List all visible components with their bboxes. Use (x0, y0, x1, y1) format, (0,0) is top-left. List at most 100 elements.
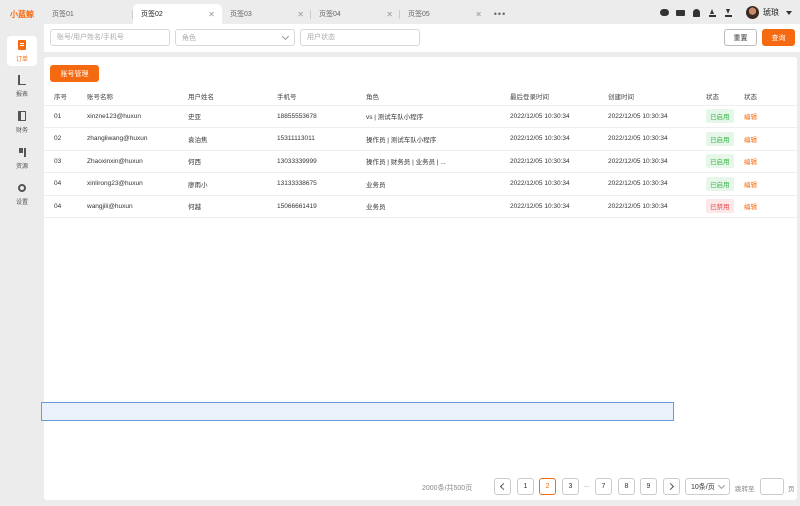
account-management-button[interactable]: 账号管理 (50, 65, 99, 82)
close-icon[interactable]: ✕ (297, 10, 304, 19)
table-row[interactable]: 04 xinlirong23@huxun 廖雨小 13133338675 业务员… (44, 172, 797, 196)
page-button-7[interactable]: 7 (595, 478, 612, 495)
page-button-9[interactable]: 9 (640, 478, 657, 495)
col-header-status: 状态 (696, 87, 734, 106)
sidebar-item-reports[interactable]: 报表 (0, 68, 44, 104)
cell-last-login: 2022/12/05 10:30:34 (500, 105, 598, 128)
col-header-created: 创建时间 (598, 87, 696, 106)
reset-button[interactable]: 重置 (724, 29, 757, 46)
tab-label: 页签01 (52, 11, 74, 18)
sidebar-item-label: 订单 (15, 57, 28, 63)
sidebar-item-finance[interactable]: 财务 (0, 104, 44, 140)
table-row[interactable]: 02 zhangliwang@huxun 袁泊焦 15311113011 操作员… (44, 127, 797, 151)
cell-account: zhangliwang@huxun (77, 127, 178, 151)
cell-name: 何西 (178, 150, 267, 173)
cell-last-login: 2022/12/05 10:30:34 (500, 172, 598, 196)
main-panel: 账号管理 序号 账号名称 用户姓名 手机号 角色 最后登录时间 创建时间 状态 … (41, 57, 797, 500)
chevron-left-icon (499, 482, 508, 491)
cell-created: 2022/12/05 10:30:34 (598, 105, 696, 128)
more-tabs-icon[interactable]: ••• (489, 4, 511, 24)
col-header-no: 序号 (44, 87, 77, 106)
edit-link[interactable]: 编辑 (744, 159, 757, 166)
status-input[interactable] (300, 29, 420, 46)
truck-icon[interactable] (676, 8, 685, 17)
pagination-ellipsis[interactable]: ... (584, 482, 590, 489)
account-table: 序号 账号名称 用户姓名 手机号 角色 最后登录时间 创建时间 状态 状态 01… (44, 87, 797, 218)
selection-rectangle (41, 402, 674, 421)
edit-link[interactable]: 编辑 (744, 137, 757, 144)
sidebar-item-label: 设置 (15, 200, 28, 206)
report-icon (16, 74, 28, 86)
table-row[interactable]: 03 Zhaoxinxin@huxun 何西 13033339999 操作员 |… (44, 150, 797, 173)
page-button-8[interactable]: 8 (618, 478, 635, 495)
upload-icon[interactable] (708, 8, 717, 17)
bell-icon[interactable] (692, 8, 701, 17)
tab-04[interactable]: 页签04 ✕ (311, 4, 400, 24)
avatar (746, 6, 759, 19)
close-icon[interactable]: ✕ (208, 10, 215, 19)
cell-last-login: 2022/12/05 10:30:34 (500, 150, 598, 173)
role-select-placeholder: 角色 (182, 34, 196, 42)
cell-phone: 13033339999 (267, 150, 356, 173)
tab-02[interactable]: 页签02 ✕ (133, 4, 222, 24)
cell-action: 编辑 (734, 195, 797, 218)
col-header-last-login: 最后登录时间 (500, 87, 598, 106)
close-icon[interactable]: ✕ (386, 10, 393, 19)
sidebar-item-orders[interactable]: 订单 (7, 36, 37, 66)
cell-created: 2022/12/05 10:30:34 (598, 195, 696, 218)
edit-link[interactable]: 编辑 (744, 114, 757, 121)
query-button[interactable]: 查询 (762, 29, 795, 46)
table-header: 序号 账号名称 用户姓名 手机号 角色 最后登录时间 创建时间 状态 状态 (44, 87, 797, 106)
cell-action: 编辑 (734, 127, 797, 151)
cell-created: 2022/12/05 10:30:34 (598, 172, 696, 196)
cell-phone: 18855553678 (267, 105, 356, 128)
tab-label: 页签04 (319, 11, 341, 18)
role-select[interactable]: 角色 (175, 29, 295, 46)
sidebar-item-resources[interactable]: 资源 (0, 140, 44, 176)
col-header-phone: 手机号 (267, 87, 356, 106)
sidebar-item-label: 资源 (15, 164, 28, 170)
cell-no: 04 (44, 195, 77, 218)
cell-no: 02 (44, 127, 77, 151)
page-button-1[interactable]: 1 (517, 478, 534, 495)
cell-account: xinzne123@huxun (77, 105, 178, 128)
table-row[interactable]: 04 wangjili@huxun 何越 15066661419 业务员 202… (44, 195, 797, 218)
table-row[interactable]: 01 xinzne123@huxun 史亚 18855553678 vs | 测… (44, 105, 797, 128)
edit-link[interactable]: 编辑 (744, 182, 757, 189)
user-menu[interactable]: 琥琅 (746, 6, 792, 19)
cell-role: 操作员 | 测试车队小程序 (356, 127, 500, 151)
chevron-down-icon (281, 32, 290, 40)
page-size-select[interactable]: 10条/页 (685, 478, 730, 495)
cell-status: 已启用 (696, 150, 734, 173)
page-button-3[interactable]: 3 (562, 478, 579, 495)
pagination: 2000条/共500页 1 2 3 ... 7 8 9 10条/页 跳转至 页 (44, 477, 797, 497)
cell-phone: 15311113011 (267, 127, 356, 151)
cell-no: 03 (44, 150, 77, 173)
cell-role: 业务员 (356, 195, 500, 218)
cell-no: 01 (44, 105, 77, 128)
download-icon[interactable] (724, 8, 733, 17)
next-page-button[interactable] (663, 478, 680, 495)
tab-03[interactable]: 页签03 ✕ (222, 4, 311, 24)
jump-page-input[interactable] (760, 478, 784, 495)
tab-05[interactable]: 页签05 ✕ (400, 4, 489, 24)
wechat-icon[interactable] (660, 8, 669, 17)
cell-no: 04 (44, 172, 77, 196)
col-header-account: 账号名称 (77, 87, 178, 106)
settings-icon (16, 182, 28, 194)
page-button-2[interactable]: 2 (539, 478, 556, 495)
resource-icon (16, 146, 28, 158)
cell-phone: 15066661419 (267, 195, 356, 218)
prev-page-button[interactable] (494, 478, 511, 495)
col-header-action: 状态 (734, 87, 797, 106)
cell-status: 已启用 (696, 127, 734, 151)
search-input[interactable] (50, 29, 170, 46)
sidebar-item-settings[interactable]: 设置 (0, 176, 44, 212)
cell-account: wangjili@huxun (77, 195, 178, 218)
user-name: 琥琅 (763, 8, 779, 17)
cell-status: 已启用 (696, 172, 734, 196)
close-icon[interactable]: ✕ (475, 10, 482, 19)
tab-01[interactable]: 页签01 (44, 4, 133, 24)
cell-name: 袁泊焦 (178, 127, 267, 151)
edit-link[interactable]: 编辑 (744, 204, 757, 211)
